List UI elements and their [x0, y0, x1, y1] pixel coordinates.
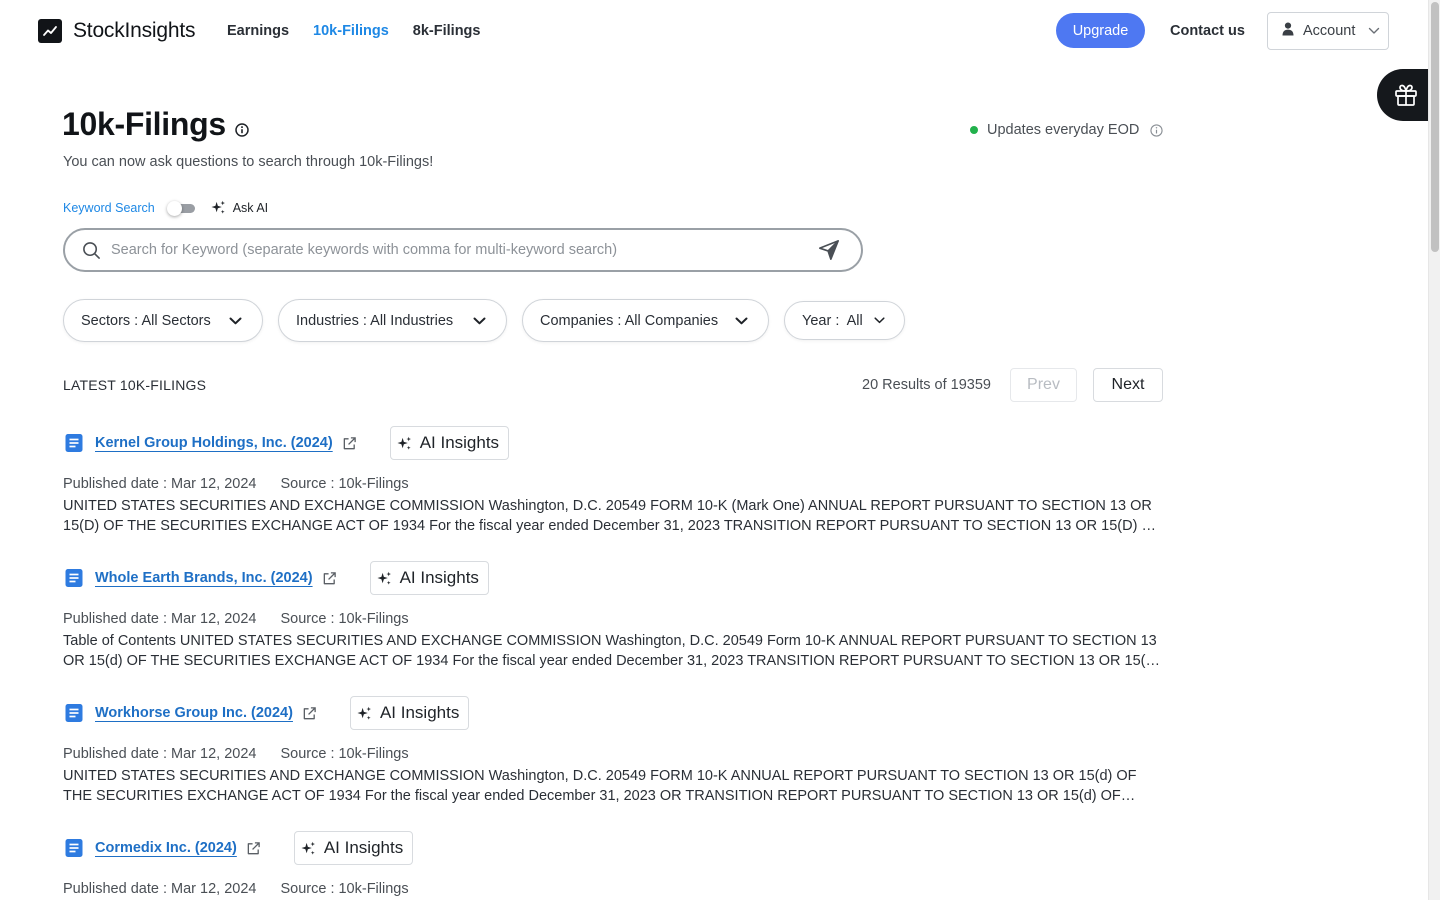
scrollbar-thumb[interactable] — [1431, 2, 1439, 252]
filing-source: Source : 10k-Filings — [280, 746, 409, 762]
document-icon — [63, 837, 85, 859]
results-count: 20 Results of 19359 — [862, 377, 991, 393]
chevron-down-icon — [874, 317, 885, 324]
year-filter-label: Year : All — [802, 312, 863, 329]
search-mode-switch: Keyword Search Ask AI — [63, 200, 268, 216]
chevron-down-icon — [1368, 27, 1380, 35]
page-title: 10k-Filings — [62, 106, 226, 142]
published-date: Published date : Mar 12, 2024 — [63, 476, 257, 492]
nav-links: Earnings 10k-Filings 8k-Filings — [227, 23, 480, 39]
companies-filter[interactable]: Companies : All Companies — [522, 299, 769, 342]
info-icon[interactable] — [1150, 123, 1163, 137]
ai-insights-label: AI Insights — [419, 433, 500, 452]
account-button[interactable]: Account — [1267, 12, 1389, 50]
update-status: Updates everyday EOD — [970, 122, 1163, 138]
search-bar — [63, 228, 863, 272]
send-icon — [818, 239, 840, 261]
filing-source: Source : 10k-Filings — [280, 611, 409, 627]
companies-filter-label: Companies : All Companies — [540, 312, 719, 329]
filing-excerpt: UNITED STATES SECURITIES AND EXCHANGE CO… — [63, 498, 1162, 534]
status-dot — [970, 126, 978, 134]
sectors-filter-label: Sectors : All Sectors — [81, 312, 211, 329]
next-page-button[interactable]: Next — [1093, 368, 1163, 402]
user-icon — [1282, 22, 1294, 40]
info-icon[interactable] — [235, 123, 249, 142]
prev-page-button[interactable]: Prev — [1010, 368, 1077, 402]
external-link-icon[interactable] — [322, 571, 337, 586]
nav-link-8k-filings[interactable]: 8k-Filings — [413, 23, 481, 39]
filing-excerpt: UNITED STATES SECURITIES AND EXCHANGE CO… — [63, 768, 1137, 804]
filing-title-link[interactable]: Kernel Group Holdings, Inc. (2024) — [95, 435, 333, 451]
account-label: Account — [1303, 23, 1356, 39]
trend-line-icon — [38, 19, 62, 43]
gift-icon — [1393, 82, 1419, 108]
results-heading: LATEST 10K-FILINGS — [63, 377, 207, 393]
search-input[interactable] — [111, 242, 809, 258]
published-date: Published date : Mar 12, 2024 — [63, 611, 257, 627]
ask-ai-option[interactable]: Ask AI — [211, 200, 268, 215]
filing-title-link[interactable]: Cormedix Inc. (2024) — [95, 840, 237, 856]
external-link-icon[interactable] — [302, 706, 317, 721]
sparkle-icon — [397, 436, 412, 451]
filing-source: Source : 10k-Filings — [280, 476, 409, 492]
page-subtitle: You can now ask questions to search thro… — [63, 154, 434, 170]
ai-insights-button[interactable]: AI Insights — [389, 426, 510, 460]
filing-title-link[interactable]: Workhorse Group Inc. (2024) — [95, 705, 293, 721]
filing-item: Workhorse Group Inc. (2024) AI Insights … — [63, 696, 1163, 806]
year-filter[interactable]: Year : All — [784, 301, 905, 340]
filing-excerpt: Table of Contents UNITED STATES SECURITI… — [63, 633, 1159, 669]
nav-link-earnings[interactable]: Earnings — [227, 23, 289, 39]
filing-item: Kernel Group Holdings, Inc. (2024) AI In… — [63, 426, 1163, 536]
external-link-icon[interactable] — [342, 436, 357, 451]
external-link-icon[interactable] — [246, 841, 261, 856]
chevron-down-icon — [735, 317, 748, 325]
page-scrollbar[interactable] — [1428, 0, 1440, 900]
chevron-down-icon — [229, 317, 242, 325]
ai-insights-button[interactable]: AI Insights — [369, 561, 489, 595]
nav-link-10k-filings[interactable]: 10k-Filings — [313, 23, 389, 39]
keyword-search-label[interactable]: Keyword Search — [63, 201, 155, 215]
sparkle-icon — [211, 200, 226, 215]
sectors-filter[interactable]: Sectors : All Sectors — [63, 299, 263, 342]
brand-logo[interactable]: StockInsights — [38, 19, 195, 43]
update-status-text: Updates everyday EOD — [987, 122, 1140, 138]
send-button[interactable] — [809, 230, 849, 270]
upgrade-button[interactable]: Upgrade — [1056, 13, 1145, 48]
search-icon — [82, 241, 101, 260]
top-nav: StockInsights Earnings 10k-Filings 8k-Fi… — [0, 0, 1428, 64]
published-date: Published date : Mar 12, 2024 — [63, 746, 257, 762]
filing-item: Whole Earth Brands, Inc. (2024) AI Insig… — [63, 561, 1163, 671]
published-date: Published date : Mar 12, 2024 — [63, 881, 257, 897]
ai-insights-button[interactable]: AI Insights — [293, 831, 414, 865]
filing-source: Source : 10k-Filings — [280, 881, 409, 897]
sparkle-icon — [377, 571, 392, 586]
search-mode-toggle[interactable] — [166, 200, 195, 216]
industries-filter-label: Industries : All Industries — [296, 312, 454, 329]
ai-insights-button[interactable]: AI Insights — [349, 696, 470, 730]
ai-insights-label: AI Insights — [323, 838, 404, 857]
brand-name: StockInsights — [73, 19, 196, 42]
filing-item: Cormedix Inc. (2024) AI Insights Publish… — [63, 831, 1163, 897]
ai-insights-label: AI Insights — [399, 568, 479, 587]
document-icon — [63, 702, 85, 724]
ai-insights-label: AI Insights — [379, 703, 460, 722]
filing-title-link[interactable]: Whole Earth Brands, Inc. (2024) — [95, 570, 313, 586]
document-icon — [63, 432, 85, 454]
document-icon — [63, 567, 85, 589]
sparkle-icon — [357, 706, 372, 721]
sparkle-icon — [301, 841, 316, 856]
ask-ai-label: Ask AI — [232, 200, 269, 215]
industries-filter[interactable]: Industries : All Industries — [278, 299, 507, 342]
contact-us-link[interactable]: Contact us — [1170, 23, 1245, 39]
chevron-down-icon — [473, 317, 486, 325]
